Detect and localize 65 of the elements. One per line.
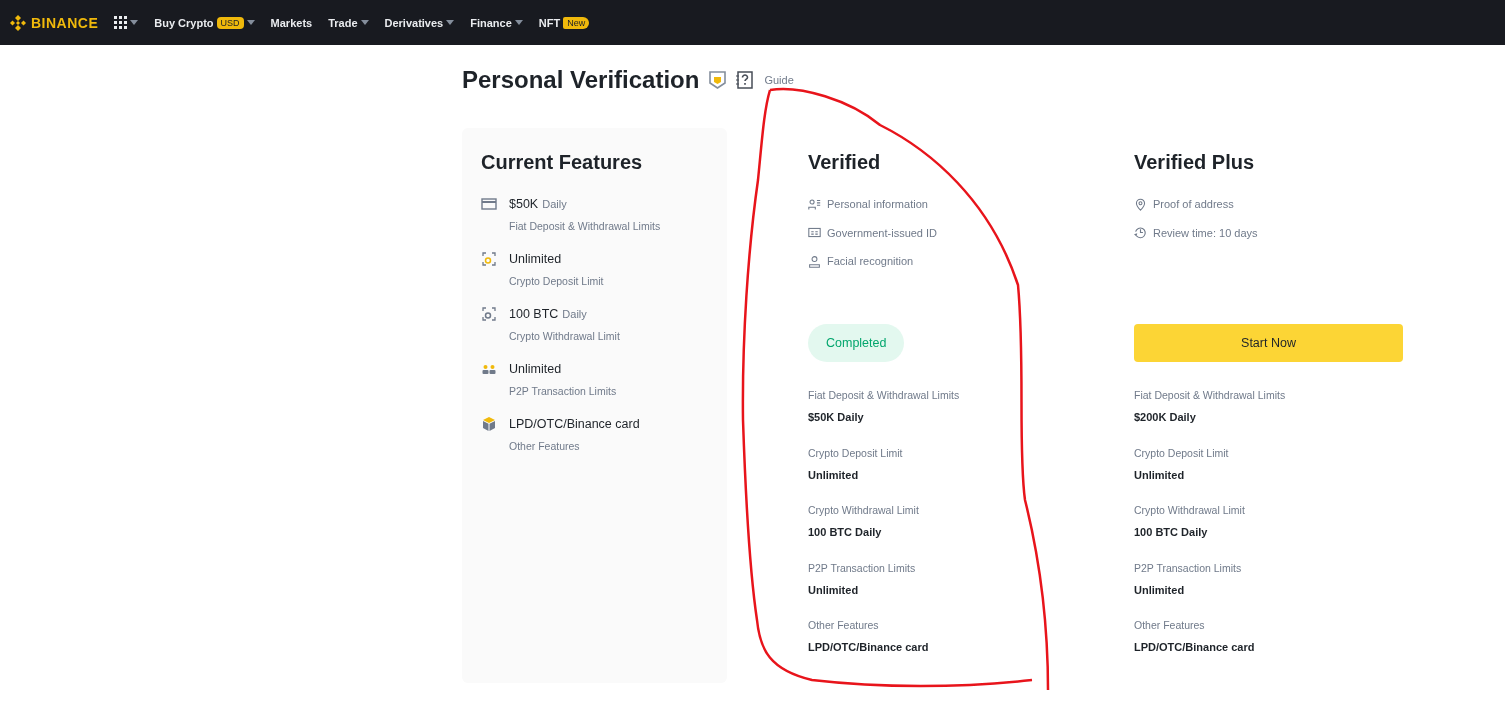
shield-icon bbox=[709, 71, 727, 89]
feature-label: Crypto Deposit Limit bbox=[509, 274, 605, 288]
nav-badge: New bbox=[563, 16, 590, 29]
nav-link[interactable]: Derivatives bbox=[384, 16, 455, 29]
location-pin-icon bbox=[1134, 197, 1147, 211]
card-title: Current Features bbox=[481, 150, 644, 175]
person-info-icon bbox=[808, 197, 821, 211]
nav-badge: USD bbox=[216, 16, 244, 29]
limit-value: $50K Daily bbox=[808, 410, 865, 424]
limit-label: P2P Transaction Limits bbox=[1134, 560, 1243, 575]
limit-value: Unlimited bbox=[1134, 582, 1186, 597]
clock-icon bbox=[1134, 226, 1147, 240]
requirement-text: Facial recognition bbox=[827, 255, 914, 268]
feature-label: P2P Transaction Limits bbox=[509, 384, 618, 398]
nav-link[interactable]: Finance bbox=[470, 16, 523, 29]
nav-link[interactable]: NFT New bbox=[538, 16, 590, 29]
limit-value: $200K Daily bbox=[1134, 410, 1197, 424]
help-book-icon[interactable] bbox=[736, 71, 755, 89]
feature-value: LPD/OTC/Binance card bbox=[509, 416, 641, 433]
feature-value: Unlimited bbox=[509, 251, 563, 268]
feature-label: Other Features bbox=[509, 439, 581, 453]
page-title: Personal Verification bbox=[462, 66, 700, 94]
limit-label: Other Features bbox=[1134, 618, 1206, 632]
feature-value: Unlimited bbox=[509, 361, 563, 378]
limit-value: LPD/OTC/Binance card bbox=[1134, 640, 1256, 654]
limit-value: 100 BTC Daily bbox=[1134, 525, 1209, 539]
limit-value: LPD/OTC/Binance card bbox=[808, 640, 930, 654]
start-now-button[interactable]: Start Now bbox=[1134, 324, 1403, 362]
nav-link[interactable]: Buy Crypto USD bbox=[154, 16, 255, 29]
level-title: Verified bbox=[808, 150, 882, 175]
limit-label: Fiat Deposit & Withdrawal Limits bbox=[808, 388, 961, 402]
level-title: Verified Plus bbox=[1134, 150, 1256, 175]
feature-value: $50K Daily bbox=[509, 196, 568, 213]
feature-label: Fiat Deposit & Withdrawal Limits bbox=[509, 219, 662, 233]
limit-label: P2P Transaction Limits bbox=[808, 560, 917, 575]
requirement-text: Government-issued ID bbox=[827, 226, 938, 239]
nav-link[interactable]: Trade bbox=[328, 16, 369, 29]
limit-value: Unlimited bbox=[1134, 467, 1186, 482]
card-icon bbox=[481, 196, 497, 212]
limit-label: Crypto Deposit Limit bbox=[808, 445, 904, 460]
guide-link[interactable]: Guide bbox=[764, 74, 794, 86]
limit-label: Crypto Deposit Limit bbox=[1134, 445, 1230, 460]
completed-status: Completed bbox=[808, 324, 905, 362]
scan-icon bbox=[481, 306, 497, 322]
nav-link[interactable]: Markets bbox=[270, 16, 313, 29]
feature-label: Crypto Withdrawal Limit bbox=[509, 329, 621, 343]
grid-icon bbox=[114, 16, 128, 29]
requirement-text: Proof of address bbox=[1153, 198, 1234, 211]
diamond-logo-icon bbox=[9, 13, 27, 32]
feature-value: 100 BTC Daily bbox=[509, 306, 588, 323]
limit-value: 100 BTC Daily bbox=[808, 525, 883, 539]
cube-icon bbox=[481, 416, 497, 432]
person-icon bbox=[808, 254, 821, 268]
id-card-icon bbox=[808, 226, 821, 240]
limit-value: Unlimited bbox=[808, 582, 860, 597]
scan-icon bbox=[481, 251, 497, 267]
limit-label: Other Features bbox=[808, 618, 880, 632]
brand-logo-text[interactable]: BINANCE bbox=[31, 14, 99, 31]
limit-label: Crypto Withdrawal Limit bbox=[808, 503, 920, 517]
apps-menu[interactable] bbox=[114, 16, 139, 29]
limit-label: Fiat Deposit & Withdrawal Limits bbox=[1134, 388, 1287, 402]
requirement-text: Personal information bbox=[827, 198, 928, 211]
limit-value: Unlimited bbox=[808, 467, 860, 482]
requirement-text: Review time: 10 days bbox=[1153, 226, 1258, 239]
limit-label: Crypto Withdrawal Limit bbox=[1134, 503, 1246, 517]
